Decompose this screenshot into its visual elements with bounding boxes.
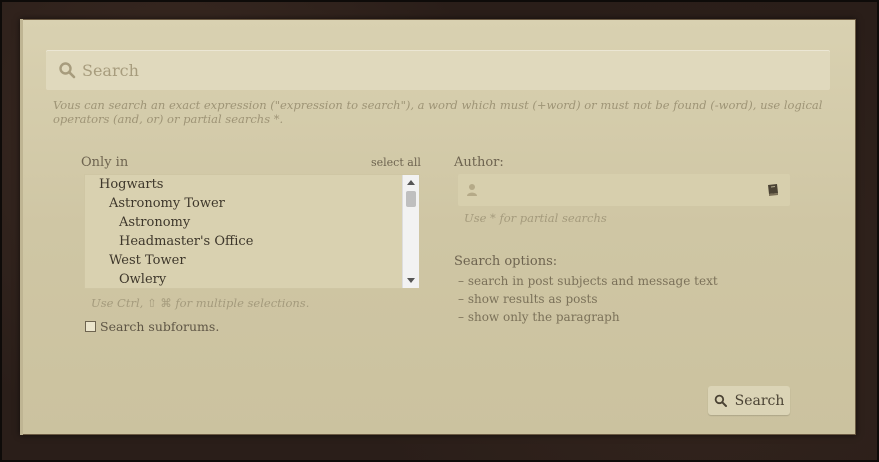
author-hint: Use * for partial searchs <box>464 211 607 225</box>
search-icon <box>714 394 727 407</box>
list-item[interactable]: Hogwarts <box>99 177 163 192</box>
scroll-thumb[interactable] <box>406 191 416 207</box>
window-frame: Search Vous can search an exact expressi… <box>0 0 879 462</box>
search-option: – show results as posts <box>458 292 598 306</box>
book-icon[interactable] <box>766 183 780 197</box>
checkbox-icon[interactable] <box>85 321 96 332</box>
author-input[interactable] <box>458 174 790 206</box>
list-item[interactable]: West Tower <box>109 253 186 268</box>
list-scrollbar[interactable] <box>402 175 419 288</box>
forum-select-list[interactable]: Hogwarts Astronomy Tower Astronomy Headm… <box>84 174 420 289</box>
author-label: Author: <box>454 155 504 170</box>
search-placeholder: Search <box>82 60 139 80</box>
search-button-label: Search <box>734 392 785 409</box>
list-item[interactable]: Astronomy Tower <box>109 196 225 211</box>
scroll-down-arrow-icon[interactable] <box>407 278 415 283</box>
user-icon <box>467 184 477 196</box>
multi-select-hint: Use Ctrl, ⇧ ⌘ for multiple selections. <box>91 296 310 310</box>
list-item[interactable]: Astronomy <box>119 215 190 230</box>
search-panel: Search Vous can search an exact expressi… <box>20 19 856 435</box>
search-input[interactable]: Search <box>46 50 830 90</box>
search-icon <box>59 62 76 79</box>
search-options-label: Search options: <box>454 254 558 269</box>
scroll-up-arrow-icon[interactable] <box>407 180 415 185</box>
search-option: – show only the paragraph <box>458 310 620 324</box>
select-all-link[interactable]: select all <box>371 156 421 169</box>
subforums-label: Search subforums. <box>100 319 220 334</box>
list-item[interactable]: Owlery <box>119 272 166 287</box>
search-option: – search in post subjects and message te… <box>458 274 718 288</box>
search-hint: Vous can search an exact expression ("ex… <box>53 98 823 126</box>
list-item[interactable]: Headmaster's Office <box>119 234 253 249</box>
only-in-label: Only in <box>81 155 129 170</box>
search-subforums-checkbox[interactable]: Search subforums. <box>85 319 219 334</box>
search-button[interactable]: Search <box>708 386 790 415</box>
